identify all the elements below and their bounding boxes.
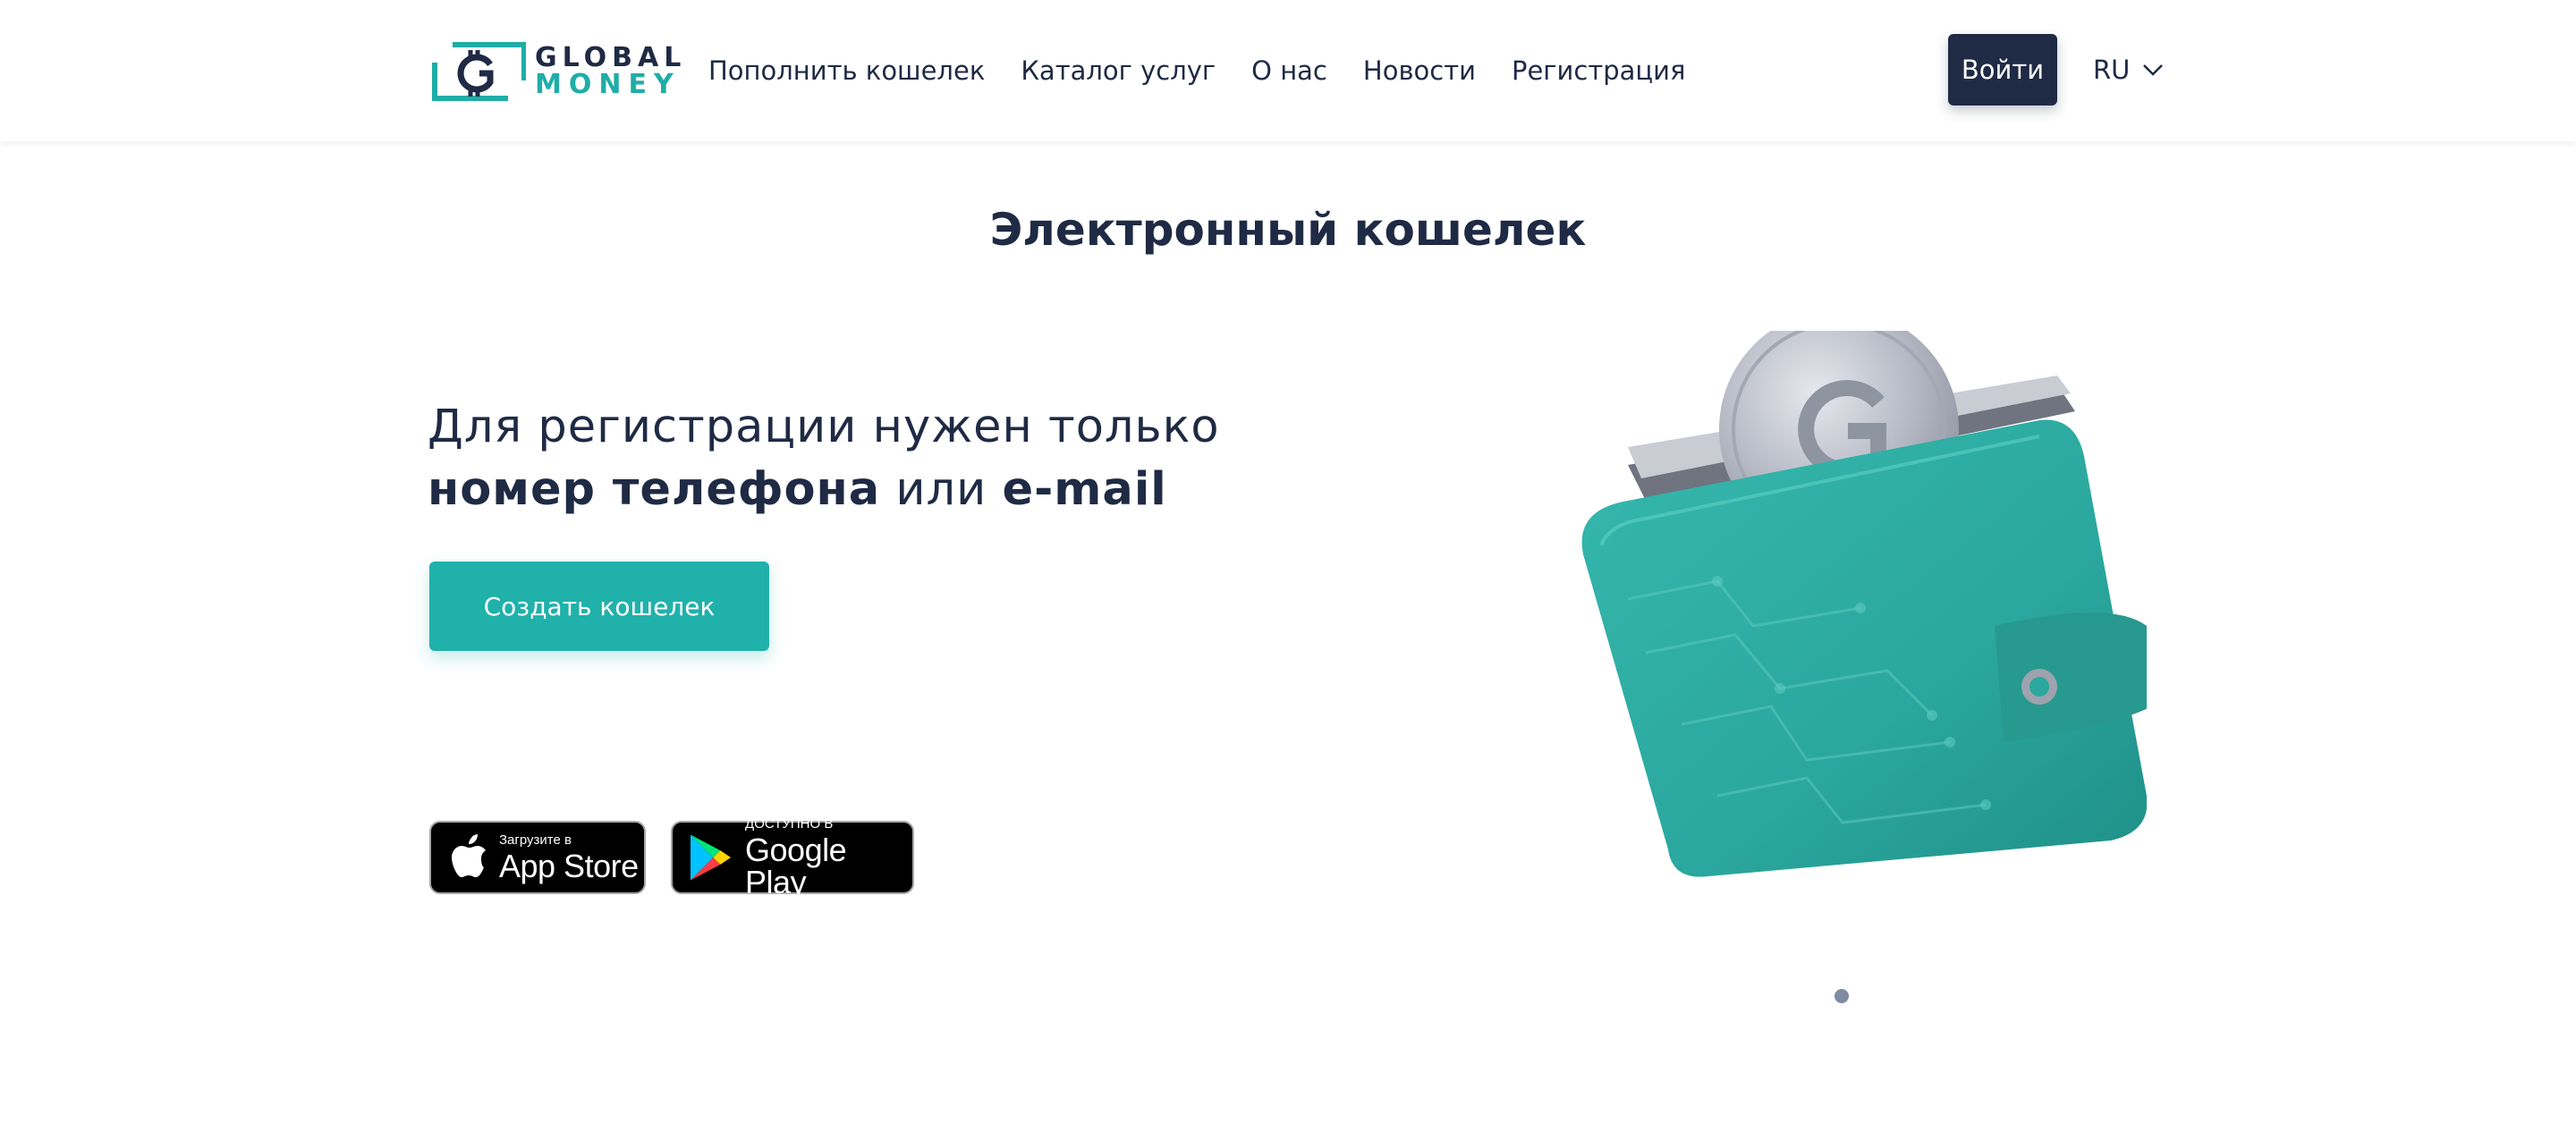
app-store-badge[interactable]: Загрузите в App Store: [429, 821, 646, 894]
hero-text-line1: Для регистрации нужен только: [428, 401, 1220, 453]
wallet-illustration: [1581, 331, 2147, 877]
chevron-down-icon: [2143, 64, 2164, 76]
site-header: GLOBAL MONEY Пополнить кошелек Каталог у…: [0, 0, 2576, 141]
google-play-small-text: ДОСТУПНО В: [745, 815, 834, 832]
app-store-big-text: App Store: [499, 847, 639, 884]
nav-services-catalog[interactable]: Каталог услуг: [1021, 55, 1216, 86]
language-selector[interactable]: RU: [2093, 50, 2164, 89]
google-play-badge[interactable]: ДОСТУПНО В Google Play: [671, 817, 914, 898]
nav-registration[interactable]: Регистрация: [1512, 55, 1685, 86]
language-label: RU: [2093, 55, 2131, 85]
hero-or-text: или: [880, 463, 1003, 516]
main-nav: Пополнить кошелек Каталог услуг О нас Но…: [708, 0, 1685, 141]
logo-mark-icon: [432, 42, 527, 101]
logo-global-text: GLOBAL: [535, 42, 687, 73]
app-store-text: Загрузите в App Store: [499, 833, 639, 883]
nav-top-up-wallet[interactable]: Пополнить кошелек: [708, 55, 985, 86]
logo-wordmark: GLOBAL MONEY: [535, 45, 686, 98]
logo-money-text: MONEY: [535, 69, 681, 100]
hero-text-line2: номер телефона или e-mail: [428, 463, 1167, 516]
google-play-big-text: Google Play: [745, 831, 847, 900]
google-play-text: ДОСТУПНО В Google Play: [745, 817, 912, 899]
page-title: Электронный кошелек: [989, 204, 1587, 256]
hero-phone-text: номер телефона: [428, 463, 881, 516]
nav-news[interactable]: Новости: [1363, 55, 1476, 86]
apple-icon: [452, 834, 486, 877]
login-button[interactable]: Войти: [1948, 34, 2057, 106]
create-wallet-button[interactable]: Создать кошелек: [429, 562, 769, 651]
app-store-small-text: Загрузите в: [499, 832, 572, 848]
global-money-logo[interactable]: GLOBAL MONEY: [428, 38, 681, 104]
carousel-dot-active[interactable]: [1835, 989, 1849, 1003]
nav-about-us[interactable]: О нас: [1251, 55, 1327, 86]
hero-email-text: e-mail: [1002, 463, 1167, 516]
google-play-icon: [690, 834, 732, 881]
